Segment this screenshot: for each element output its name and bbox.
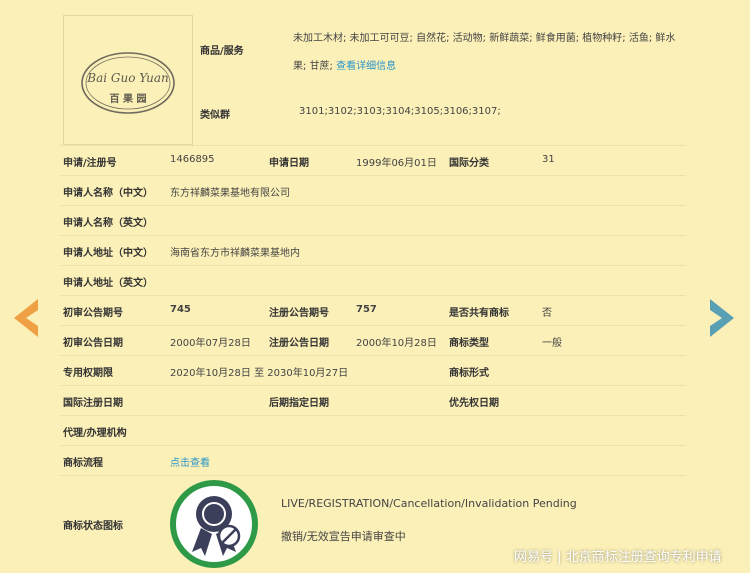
intl-reg-date-label: 国际注册日期 [63, 398, 123, 409]
address-cn-label: 申请人地址（中文） [63, 248, 153, 259]
tm-type-label: 商标类型 [449, 338, 489, 349]
divider [60, 415, 685, 416]
applicant-cn-value: 东方祥麟菜果基地有限公司 [170, 188, 290, 199]
exclusive-label: 专用权期限 [63, 368, 113, 379]
later-date-label: 后期指定日期 [269, 398, 329, 409]
prelim-issue-value: 745 [170, 304, 191, 315]
applicant-en-label: 申请人名称（英文） [63, 218, 153, 229]
status-english: LIVE/REGISTRATION/Cancellation/Invalidat… [281, 497, 577, 510]
intl-class-label: 国际分类 [449, 158, 489, 169]
address-cn-value: 海南省东方市祥麟菜果基地内 [170, 248, 300, 259]
reg-issue-value: 757 [356, 304, 377, 315]
reg-date-label: 注册公告日期 [269, 338, 329, 349]
award-ribbon-icon [170, 480, 258, 568]
exclusive-value: 2020年10月28日 至 2030年10月27日 [170, 368, 349, 379]
divider [60, 445, 685, 446]
app-no-value: 1466895 [170, 154, 215, 165]
divider [60, 355, 685, 356]
svg-text:Bai Guo Yuan: Bai Guo Yuan [86, 71, 168, 85]
reg-date-value: 2000年10月28日 [356, 338, 437, 349]
prev-button[interactable] [14, 299, 40, 340]
trademark-logo-image: Bai Guo Yuan 百 果 园 [63, 15, 193, 145]
next-button[interactable] [708, 299, 734, 340]
prelim-date-value: 2000年07月28日 [170, 338, 251, 349]
process-label: 商标流程 [63, 458, 103, 469]
app-date-label: 申请日期 [269, 158, 309, 169]
divider [60, 325, 685, 326]
divider [60, 385, 685, 386]
divider [60, 295, 685, 296]
app-date-value: 1999年06月01日 [356, 158, 437, 169]
address-en-label: 申请人地址（英文） [63, 278, 153, 289]
watermark: 网易号 | 北京商标注册查询专利申请 [514, 550, 722, 565]
app-no-label: 申请/注册号 [63, 158, 117, 169]
chevron-right-icon [710, 299, 734, 337]
similar-group-label: 类似群 [200, 110, 230, 121]
view-details-link[interactable]: 查看详细信息 [336, 61, 396, 72]
shared-value: 否 [542, 308, 552, 319]
divider [60, 175, 685, 176]
tm-type-value: 一般 [542, 338, 562, 349]
goods-value: 未加工木材; 未加工可可豆; 自然花; 活动物; 新鲜蔬菜; 鲜食用菌; 植物种… [293, 25, 681, 81]
divider [60, 265, 685, 266]
prelim-issue-label: 初审公告期号 [63, 308, 123, 319]
process-view-link[interactable]: 点击查看 [170, 454, 210, 469]
applicant-cn-label: 申请人名称（中文） [63, 188, 153, 199]
priority-date-label: 优先权日期 [449, 398, 499, 409]
divider [60, 145, 685, 146]
prelim-date-label: 初审公告日期 [63, 338, 123, 349]
chevron-left-icon [14, 299, 38, 337]
status-badge [168, 478, 260, 570]
agent-label: 代理/办理机构 [63, 428, 127, 439]
intl-class-value: 31 [542, 154, 555, 165]
divider [60, 205, 685, 206]
tm-form-label: 商标形式 [449, 368, 489, 379]
divider [60, 235, 685, 236]
goods-label: 商品/服务 [200, 46, 244, 57]
similar-group-value: 3101;3102;3103;3104;3105;3106;3107; [299, 106, 501, 117]
reg-issue-label: 注册公告期号 [269, 308, 329, 319]
status-icon-label: 商标状态图标 [63, 521, 123, 532]
divider [60, 475, 685, 476]
status-chinese: 撤销/无效宣告申请审查中 [281, 530, 406, 543]
shared-label: 是否共有商标 [449, 308, 509, 319]
trademark-oval-icon: Bai Guo Yuan 百 果 园 [81, 52, 175, 114]
svg-text:百 果 园: 百 果 园 [110, 93, 147, 105]
